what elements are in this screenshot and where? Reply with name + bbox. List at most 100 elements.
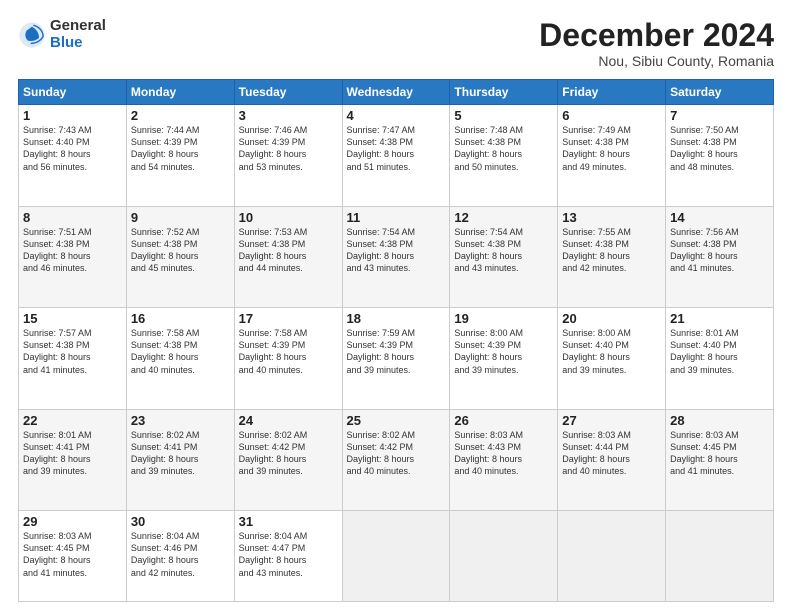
day-number: 27 <box>562 413 661 428</box>
day-number: 9 <box>131 210 230 225</box>
day-info: Sunrise: 7:53 AMSunset: 4:38 PMDaylight:… <box>239 227 308 273</box>
day-cell: 23 Sunrise: 8:02 AMSunset: 4:41 PMDaylig… <box>126 409 234 511</box>
day-cell: 27 Sunrise: 8:03 AMSunset: 4:44 PMDaylig… <box>558 409 666 511</box>
day-info: Sunrise: 8:00 AMSunset: 4:40 PMDaylight:… <box>562 328 631 374</box>
day-cell: 11 Sunrise: 7:54 AMSunset: 4:38 PMDaylig… <box>342 206 450 308</box>
day-info: Sunrise: 8:04 AMSunset: 4:46 PMDaylight:… <box>131 531 200 577</box>
day-cell: 2 Sunrise: 7:44 AMSunset: 4:39 PMDayligh… <box>126 105 234 207</box>
day-info: Sunrise: 7:50 AMSunset: 4:38 PMDaylight:… <box>670 125 739 171</box>
day-info: Sunrise: 7:55 AMSunset: 4:38 PMDaylight:… <box>562 227 631 273</box>
logo-general: General <box>50 18 106 35</box>
day-info: Sunrise: 7:54 AMSunset: 4:38 PMDaylight:… <box>454 227 523 273</box>
day-cell: 9 Sunrise: 7:52 AMSunset: 4:38 PMDayligh… <box>126 206 234 308</box>
day-info: Sunrise: 8:04 AMSunset: 4:47 PMDaylight:… <box>239 531 308 577</box>
location: Nou, Sibiu County, Romania <box>539 53 774 69</box>
day-info: Sunrise: 7:46 AMSunset: 4:39 PMDaylight:… <box>239 125 308 171</box>
day-number: 12 <box>454 210 553 225</box>
logo-text: General Blue <box>50 18 106 51</box>
day-number: 20 <box>562 311 661 326</box>
day-number: 31 <box>239 514 338 529</box>
header: General Blue December 2024 Nou, Sibiu Co… <box>18 18 774 69</box>
day-info: Sunrise: 8:02 AMSunset: 4:42 PMDaylight:… <box>239 430 308 476</box>
day-info: Sunrise: 8:00 AMSunset: 4:39 PMDaylight:… <box>454 328 523 374</box>
empty-cell <box>450 511 558 602</box>
title-block: December 2024 Nou, Sibiu County, Romania <box>539 18 774 69</box>
day-number: 14 <box>670 210 769 225</box>
day-number: 2 <box>131 108 230 123</box>
col-monday: Monday <box>126 80 234 105</box>
col-wednesday: Wednesday <box>342 80 450 105</box>
col-friday: Friday <box>558 80 666 105</box>
col-tuesday: Tuesday <box>234 80 342 105</box>
day-cell: 14 Sunrise: 7:56 AMSunset: 4:38 PMDaylig… <box>666 206 774 308</box>
day-cell: 31 Sunrise: 8:04 AMSunset: 4:47 PMDaylig… <box>234 511 342 602</box>
day-number: 8 <box>23 210 122 225</box>
day-info: Sunrise: 7:59 AMSunset: 4:39 PMDaylight:… <box>347 328 416 374</box>
day-number: 24 <box>239 413 338 428</box>
day-number: 22 <box>23 413 122 428</box>
day-number: 17 <box>239 311 338 326</box>
day-number: 7 <box>670 108 769 123</box>
day-info: Sunrise: 7:56 AMSunset: 4:38 PMDaylight:… <box>670 227 739 273</box>
day-info: Sunrise: 8:02 AMSunset: 4:41 PMDaylight:… <box>131 430 200 476</box>
day-number: 23 <box>131 413 230 428</box>
day-number: 10 <box>239 210 338 225</box>
day-info: Sunrise: 8:03 AMSunset: 4:45 PMDaylight:… <box>670 430 739 476</box>
table-row: 1 Sunrise: 7:43 AMSunset: 4:40 PMDayligh… <box>19 105 774 207</box>
day-info: Sunrise: 7:47 AMSunset: 4:38 PMDaylight:… <box>347 125 416 171</box>
table-row: 22 Sunrise: 8:01 AMSunset: 4:41 PMDaylig… <box>19 409 774 511</box>
day-info: Sunrise: 7:54 AMSunset: 4:38 PMDaylight:… <box>347 227 416 273</box>
day-cell: 28 Sunrise: 8:03 AMSunset: 4:45 PMDaylig… <box>666 409 774 511</box>
day-cell: 22 Sunrise: 8:01 AMSunset: 4:41 PMDaylig… <box>19 409 127 511</box>
day-cell: 6 Sunrise: 7:49 AMSunset: 4:38 PMDayligh… <box>558 105 666 207</box>
col-sunday: Sunday <box>19 80 127 105</box>
day-info: Sunrise: 7:43 AMSunset: 4:40 PMDaylight:… <box>23 125 92 171</box>
day-number: 19 <box>454 311 553 326</box>
day-cell: 25 Sunrise: 8:02 AMSunset: 4:42 PMDaylig… <box>342 409 450 511</box>
day-number: 25 <box>347 413 446 428</box>
day-info: Sunrise: 8:03 AMSunset: 4:44 PMDaylight:… <box>562 430 631 476</box>
day-cell: 15 Sunrise: 7:57 AMSunset: 4:38 PMDaylig… <box>19 308 127 410</box>
day-cell: 3 Sunrise: 7:46 AMSunset: 4:39 PMDayligh… <box>234 105 342 207</box>
day-info: Sunrise: 8:03 AMSunset: 4:45 PMDaylight:… <box>23 531 92 577</box>
day-cell: 24 Sunrise: 8:02 AMSunset: 4:42 PMDaylig… <box>234 409 342 511</box>
table-row: 15 Sunrise: 7:57 AMSunset: 4:38 PMDaylig… <box>19 308 774 410</box>
col-thursday: Thursday <box>450 80 558 105</box>
day-info: Sunrise: 7:48 AMSunset: 4:38 PMDaylight:… <box>454 125 523 171</box>
empty-cell <box>558 511 666 602</box>
day-info: Sunrise: 8:01 AMSunset: 4:40 PMDaylight:… <box>670 328 739 374</box>
day-number: 18 <box>347 311 446 326</box>
day-info: Sunrise: 8:03 AMSunset: 4:43 PMDaylight:… <box>454 430 523 476</box>
day-number: 3 <box>239 108 338 123</box>
day-number: 16 <box>131 311 230 326</box>
day-info: Sunrise: 7:57 AMSunset: 4:38 PMDaylight:… <box>23 328 92 374</box>
logo-blue: Blue <box>50 35 106 52</box>
day-number: 26 <box>454 413 553 428</box>
day-cell: 18 Sunrise: 7:59 AMSunset: 4:39 PMDaylig… <box>342 308 450 410</box>
day-number: 6 <box>562 108 661 123</box>
day-info: Sunrise: 8:02 AMSunset: 4:42 PMDaylight:… <box>347 430 416 476</box>
day-cell: 1 Sunrise: 7:43 AMSunset: 4:40 PMDayligh… <box>19 105 127 207</box>
day-number: 11 <box>347 210 446 225</box>
empty-cell <box>666 511 774 602</box>
col-saturday: Saturday <box>666 80 774 105</box>
day-info: Sunrise: 8:01 AMSunset: 4:41 PMDaylight:… <box>23 430 92 476</box>
logo-icon <box>18 21 46 49</box>
day-number: 15 <box>23 311 122 326</box>
day-info: Sunrise: 7:52 AMSunset: 4:38 PMDaylight:… <box>131 227 200 273</box>
day-cell: 29 Sunrise: 8:03 AMSunset: 4:45 PMDaylig… <box>19 511 127 602</box>
logo: General Blue <box>18 18 106 51</box>
day-number: 29 <box>23 514 122 529</box>
day-cell: 12 Sunrise: 7:54 AMSunset: 4:38 PMDaylig… <box>450 206 558 308</box>
day-info: Sunrise: 7:51 AMSunset: 4:38 PMDaylight:… <box>23 227 92 273</box>
day-cell: 20 Sunrise: 8:00 AMSunset: 4:40 PMDaylig… <box>558 308 666 410</box>
day-number: 5 <box>454 108 553 123</box>
calendar-header-row: Sunday Monday Tuesday Wednesday Thursday… <box>19 80 774 105</box>
day-cell: 13 Sunrise: 7:55 AMSunset: 4:38 PMDaylig… <box>558 206 666 308</box>
day-cell: 17 Sunrise: 7:58 AMSunset: 4:39 PMDaylig… <box>234 308 342 410</box>
month-title: December 2024 <box>539 18 774 53</box>
day-cell: 19 Sunrise: 8:00 AMSunset: 4:39 PMDaylig… <box>450 308 558 410</box>
day-number: 28 <box>670 413 769 428</box>
day-info: Sunrise: 7:58 AMSunset: 4:38 PMDaylight:… <box>131 328 200 374</box>
day-cell: 30 Sunrise: 8:04 AMSunset: 4:46 PMDaylig… <box>126 511 234 602</box>
